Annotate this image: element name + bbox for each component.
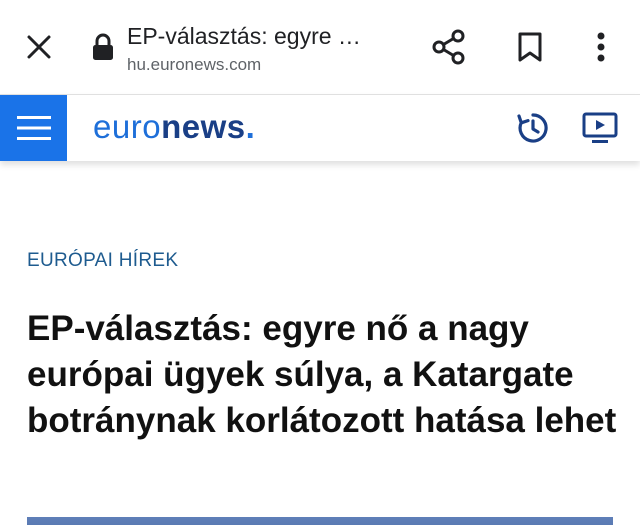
latest-news-button[interactable] bbox=[514, 109, 552, 147]
article-category-link[interactable]: EURÓPAI HÍREK bbox=[27, 250, 178, 272]
logo-dot: . bbox=[245, 108, 256, 145]
share-button[interactable] bbox=[430, 28, 468, 66]
lock-icon bbox=[93, 33, 113, 60]
url-info[interactable]: EP-választás: egyre … hu.euronews.com bbox=[127, 22, 407, 77]
article-headline: EP-választás: egyre nő a nagy európai üg… bbox=[27, 309, 617, 440]
page: EP-választás: egyre … hu.euronews.com eu… bbox=[0, 0, 640, 525]
live-tv-button[interactable] bbox=[581, 109, 619, 147]
share-icon bbox=[432, 29, 465, 65]
browser-toolbar: EP-választás: egyre … hu.euronews.com bbox=[0, 0, 640, 94]
euronews-logo[interactable]: euronews. bbox=[93, 107, 255, 147]
clock-refresh-icon bbox=[517, 113, 548, 143]
logo-part-news: news bbox=[161, 108, 246, 145]
hamburger-icon bbox=[16, 116, 51, 140]
article-hero-image bbox=[27, 517, 613, 525]
page-domain: hu.euronews.com bbox=[127, 55, 262, 74]
close-icon bbox=[27, 35, 51, 59]
more-vert-icon bbox=[597, 32, 605, 62]
page-title: EP-választás: egyre … bbox=[127, 23, 361, 49]
logo-part-euro: euro bbox=[93, 108, 162, 145]
more-options-button[interactable] bbox=[582, 28, 620, 66]
site-header: euronews. bbox=[0, 94, 640, 161]
bookmark-button[interactable] bbox=[511, 28, 549, 66]
site-menu-button[interactable] bbox=[0, 95, 67, 161]
tv-play-icon bbox=[582, 112, 618, 143]
bookmark-icon bbox=[518, 32, 542, 62]
close-tab-button[interactable] bbox=[22, 30, 56, 64]
